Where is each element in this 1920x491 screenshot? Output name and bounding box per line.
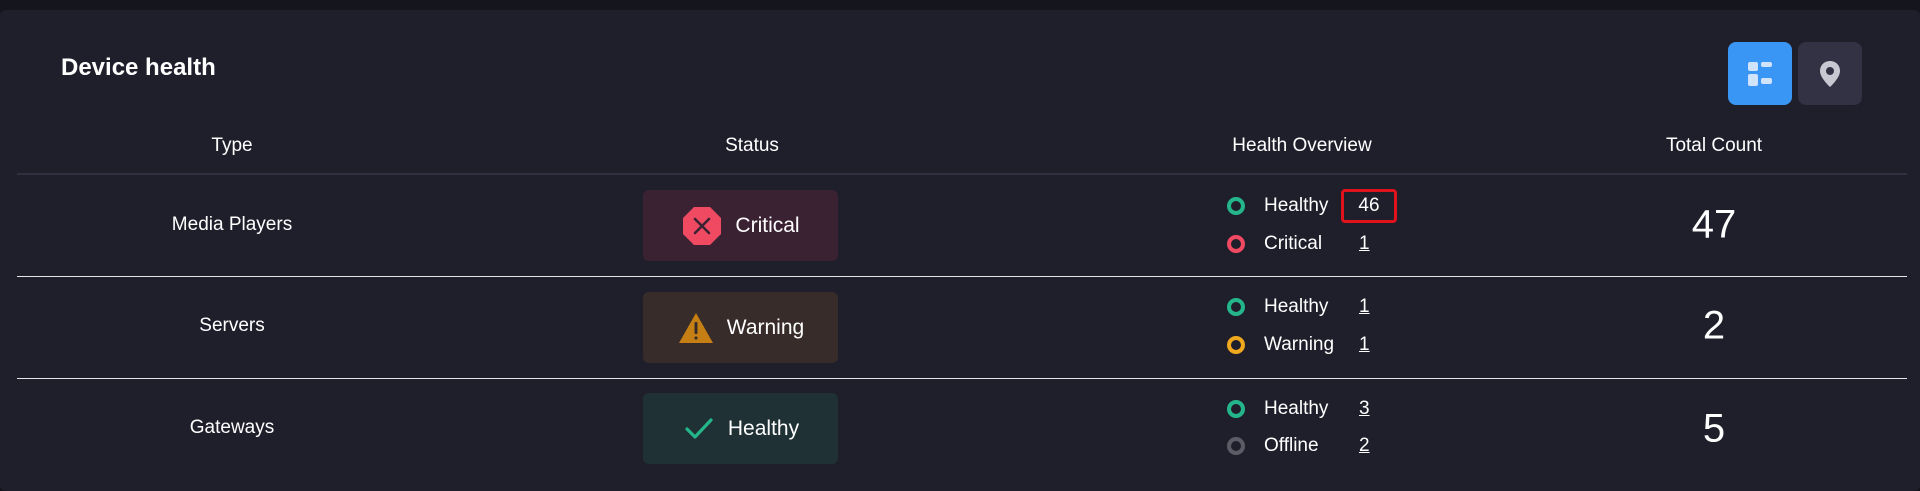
health-count-link[interactable]: 1 <box>1359 296 1370 318</box>
health-label: Healthy <box>1264 398 1329 419</box>
map-view-button[interactable] <box>1798 42 1862 105</box>
status-label: Warning <box>726 315 805 339</box>
healthy-ring-icon <box>1227 197 1245 215</box>
health-count-link[interactable]: 1 <box>1359 233 1370 255</box>
status-badge-healthy: Healthy <box>643 393 838 464</box>
healthy-ring-icon <box>1227 298 1245 316</box>
status-badge-warning: Warning <box>643 292 838 363</box>
health-line-healthy: Healthy <box>1227 194 1359 218</box>
critical-ring-icon <box>1227 235 1245 253</box>
warning-triangle-icon <box>677 311 715 345</box>
critical-octagon-icon <box>681 205 723 247</box>
status-label: Critical <box>735 213 800 237</box>
header-divider <box>17 173 1907 175</box>
offline-ring-icon <box>1227 437 1245 455</box>
row-divider <box>17 378 1907 379</box>
health-label: Warning <box>1264 334 1335 355</box>
row-type-media-players: Media Players <box>171 214 293 235</box>
health-count-link[interactable]: 1 <box>1359 334 1370 356</box>
health-line-critical: Critical 1 <box>1227 232 1370 256</box>
column-header-health-overview: Health Overview <box>1232 135 1372 156</box>
health-label: Healthy <box>1264 296 1329 317</box>
total-count: 2 <box>1702 303 1726 348</box>
list-view-button[interactable] <box>1728 42 1792 105</box>
health-label: Critical <box>1264 233 1323 254</box>
map-pin-icon <box>1820 60 1840 87</box>
health-count-link[interactable]: 2 <box>1359 435 1370 457</box>
list-layout-icon <box>1748 61 1772 86</box>
healthy-ring-icon <box>1227 400 1245 418</box>
warning-ring-icon <box>1227 336 1245 354</box>
device-health-panel <box>0 10 1920 491</box>
check-icon <box>682 414 716 444</box>
health-line-offline: Offline 2 <box>1227 434 1370 458</box>
row-type-servers: Servers <box>199 315 265 336</box>
health-label: Offline <box>1264 435 1319 456</box>
panel-title: Device health <box>61 54 216 81</box>
health-count-link[interactable]: 3 <box>1359 398 1370 420</box>
column-header-total-count: Total Count <box>1665 135 1763 156</box>
health-line-warning: Warning 1 <box>1227 333 1370 357</box>
column-header-type: Type <box>211 135 253 156</box>
total-count: 5 <box>1702 406 1726 451</box>
status-badge-critical: Critical <box>643 190 838 261</box>
row-type-gateways: Gateways <box>189 417 275 438</box>
total-count: 47 <box>1691 202 1737 247</box>
health-count-link[interactable]: 46 <box>1341 189 1397 223</box>
health-line-healthy: Healthy 1 <box>1227 295 1370 319</box>
row-divider <box>17 276 1907 277</box>
status-label: Healthy <box>727 416 800 440</box>
column-header-status: Status <box>725 135 779 156</box>
health-line-healthy: Healthy 3 <box>1227 397 1370 421</box>
